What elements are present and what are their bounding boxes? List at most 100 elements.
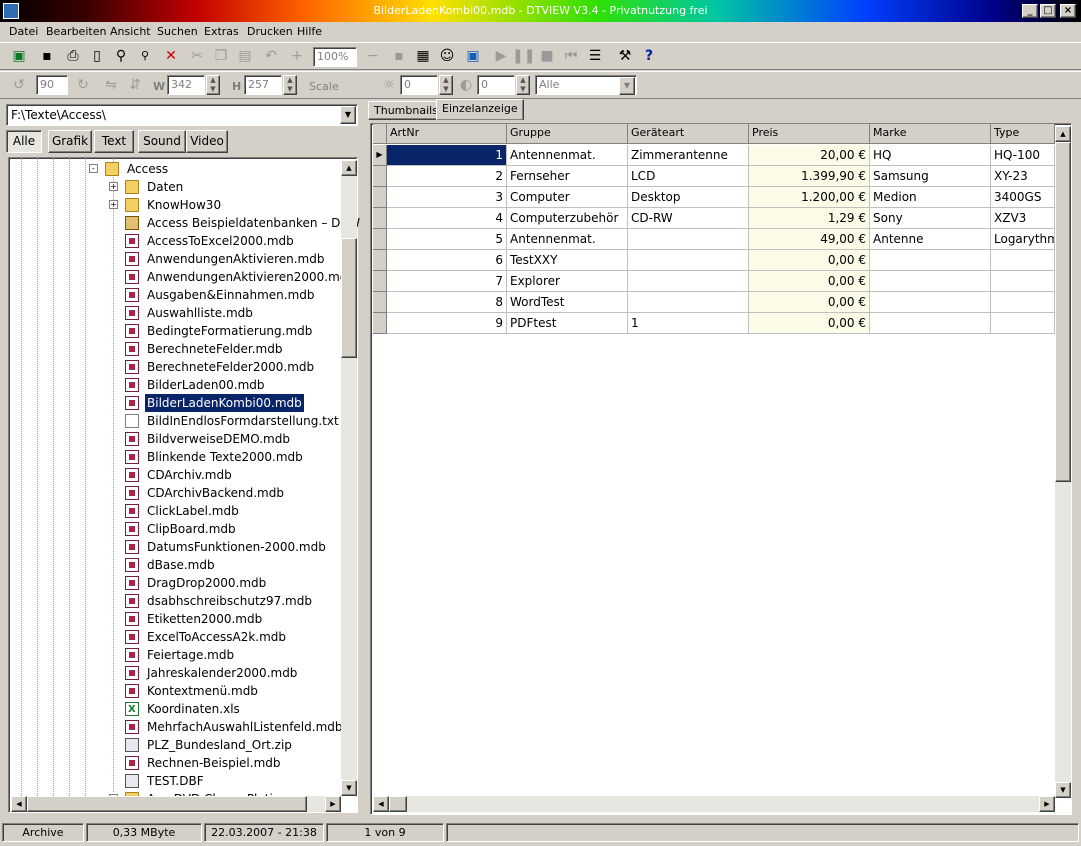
exit-icon[interactable]: ▣ xyxy=(8,45,30,67)
cell-geraeteart[interactable]: 1 xyxy=(628,313,749,334)
cell-gruppe[interactable]: Computer xyxy=(507,187,628,208)
cell-marke[interactable]: Medion xyxy=(870,187,991,208)
filter-tab-alle[interactable]: Alle xyxy=(6,130,42,153)
cell-artnr[interactable]: 9 xyxy=(387,313,507,334)
scroll-left-arrow[interactable]: ◀ xyxy=(373,796,389,812)
menu-suchen[interactable]: Suchen xyxy=(157,25,198,38)
tab-thumbnails[interactable]: Thumbnails xyxy=(368,101,444,120)
scroll-up-arrow[interactable]: ▲ xyxy=(1055,126,1071,142)
rotate-angle-field[interactable]: 90 xyxy=(36,75,68,95)
cell-marke[interactable]: Antenne xyxy=(870,229,991,250)
monitor-icon[interactable]: ▣ xyxy=(462,45,484,67)
cell-preis[interactable]: 0,00 € xyxy=(749,250,870,271)
maximize-button[interactable]: □ xyxy=(1040,4,1056,18)
cell-artnr[interactable]: 1 xyxy=(387,145,507,166)
column-header-marke[interactable]: Marke xyxy=(870,124,991,144)
zoom-out-icon[interactable]: − xyxy=(362,45,384,67)
menu-drucken[interactable]: Drucken xyxy=(247,25,293,38)
filter-tab-text[interactable]: Text xyxy=(94,130,134,153)
cell-gruppe[interactable]: Computerzubehör xyxy=(507,208,628,229)
row-selector[interactable] xyxy=(373,250,387,271)
data-grid[interactable]: ArtNr Gruppe Geräteart Preis Marke Type … xyxy=(370,123,1072,815)
cell-geraeteart[interactable] xyxy=(628,250,749,271)
cell-type[interactable]: XY-23 xyxy=(991,166,1055,187)
minimize-button[interactable]: _ xyxy=(1022,4,1038,18)
file-tree[interactable]: - Access + Daten + KnowHow30 Access Beispielda… xyxy=(8,157,360,813)
zoom-field[interactable]: 100% xyxy=(313,47,357,67)
cell-preis[interactable]: 49,00 € xyxy=(749,229,870,250)
delete-icon[interactable]: ✕ xyxy=(160,45,182,67)
scroll-down-arrow[interactable]: ▼ xyxy=(1055,782,1071,798)
row-selector[interactable] xyxy=(373,166,387,187)
cell-preis[interactable]: 1.200,00 € xyxy=(749,187,870,208)
menu-hilfe[interactable]: Hilfe xyxy=(297,25,322,38)
rotate-left-icon[interactable]: ↺ xyxy=(8,74,30,96)
copy-icon[interactable]: ❐ xyxy=(210,45,232,67)
scale-label[interactable]: Scale xyxy=(309,80,339,93)
collapse-icon[interactable]: - xyxy=(89,164,98,173)
column-header-gruppe[interactable]: Gruppe xyxy=(507,124,628,144)
filter-tab-grafik[interactable]: Grafik xyxy=(48,130,92,153)
scroll-right-arrow[interactable]: ▶ xyxy=(1039,796,1055,812)
grid-vertical-scrollbar[interactable]: ▲ ▼ xyxy=(1055,126,1071,798)
scroll-up-arrow[interactable]: ▲ xyxy=(341,160,357,176)
scroll-left-arrow[interactable]: ◀ xyxy=(11,796,27,812)
row-selector[interactable] xyxy=(373,292,387,313)
cell-marke[interactable] xyxy=(870,313,991,334)
brightness-field[interactable]: 0 xyxy=(400,75,438,95)
cell-preis[interactable]: 0,00 € xyxy=(749,271,870,292)
cell-type[interactable]: 3400GS xyxy=(991,187,1055,208)
cell-gruppe[interactable]: Fernseher xyxy=(507,166,628,187)
scroll-right-arrow[interactable]: ▶ xyxy=(325,796,341,812)
paste-icon[interactable]: ▤ xyxy=(234,45,256,67)
cell-artnr[interactable]: 6 xyxy=(387,250,507,271)
scroll-thumb[interactable] xyxy=(389,796,407,812)
rewind-icon[interactable]: ⏮ xyxy=(560,45,582,67)
cell-preis[interactable]: 1.399,90 € xyxy=(749,166,870,187)
cell-gruppe[interactable]: TestXXY xyxy=(507,250,628,271)
rotate-right-icon[interactable]: ↻ xyxy=(72,74,94,96)
close-button[interactable]: × xyxy=(1060,4,1076,18)
cell-artnr[interactable]: 5 xyxy=(387,229,507,250)
row-selector[interactable] xyxy=(373,187,387,208)
row-selector[interactable] xyxy=(373,229,387,250)
height-spinner[interactable]: ▲ ▼ xyxy=(283,75,297,95)
contrast-field[interactable]: 0 xyxy=(477,75,515,95)
filter-tab-sound[interactable]: Sound xyxy=(138,130,186,153)
tab-einzelanzeige[interactable]: Einzelanzeige xyxy=(436,99,524,120)
help-icon[interactable]: ? xyxy=(638,45,660,67)
filter-select[interactable]: Alle ▼ xyxy=(535,75,637,95)
cell-geraeteart[interactable] xyxy=(628,292,749,313)
find-text-icon[interactable]: ⚲ xyxy=(134,45,156,67)
cell-marke[interactable]: Samsung xyxy=(870,166,991,187)
cell-type[interactable] xyxy=(991,313,1055,334)
tree-horizontal-scrollbar[interactable]: ◀ ▶ xyxy=(11,796,341,812)
row-selector[interactable]: ▶ xyxy=(373,145,387,166)
cell-marke[interactable] xyxy=(870,292,991,313)
cell-marke[interactable]: HQ xyxy=(870,145,991,166)
title-bar[interactable]: BilderLadenKombi00.mdb - DTVIEW V3.4 - P… xyxy=(0,0,1081,22)
cell-artnr[interactable]: 2 xyxy=(387,166,507,187)
cell-gruppe[interactable]: PDFtest xyxy=(507,313,628,334)
cell-gruppe[interactable]: Antennenmat. xyxy=(507,229,628,250)
print-preview-icon[interactable]: ▯ xyxy=(86,45,108,67)
tree-vertical-scrollbar[interactable]: ▲ ▼ xyxy=(341,160,357,796)
scroll-thumb[interactable] xyxy=(341,238,357,358)
scroll-thumb[interactable] xyxy=(27,796,307,812)
filter-tab-video[interactable]: Video xyxy=(186,130,228,153)
cell-geraeteart[interactable]: CD-RW xyxy=(628,208,749,229)
column-header-artnr[interactable]: ArtNr xyxy=(387,124,507,144)
cell-type[interactable]: XZV3 xyxy=(991,208,1055,229)
print-icon[interactable]: ⎙ xyxy=(62,45,84,67)
cell-artnr[interactable]: 8 xyxy=(387,292,507,313)
cell-geraeteart[interactable]: Zimmerantenne xyxy=(628,145,749,166)
cell-type[interactable]: Logarythm xyxy=(991,229,1055,250)
cell-type[interactable]: HQ-100 xyxy=(991,145,1055,166)
cell-geraeteart[interactable]: LCD xyxy=(628,166,749,187)
cell-marke[interactable] xyxy=(870,250,991,271)
zoom-in-icon[interactable]: + xyxy=(286,45,308,67)
cell-artnr[interactable]: 3 xyxy=(387,187,507,208)
stop-icon[interactable]: ■ xyxy=(536,45,558,67)
cell-type[interactable] xyxy=(991,250,1055,271)
cell-geraeteart[interactable] xyxy=(628,229,749,250)
